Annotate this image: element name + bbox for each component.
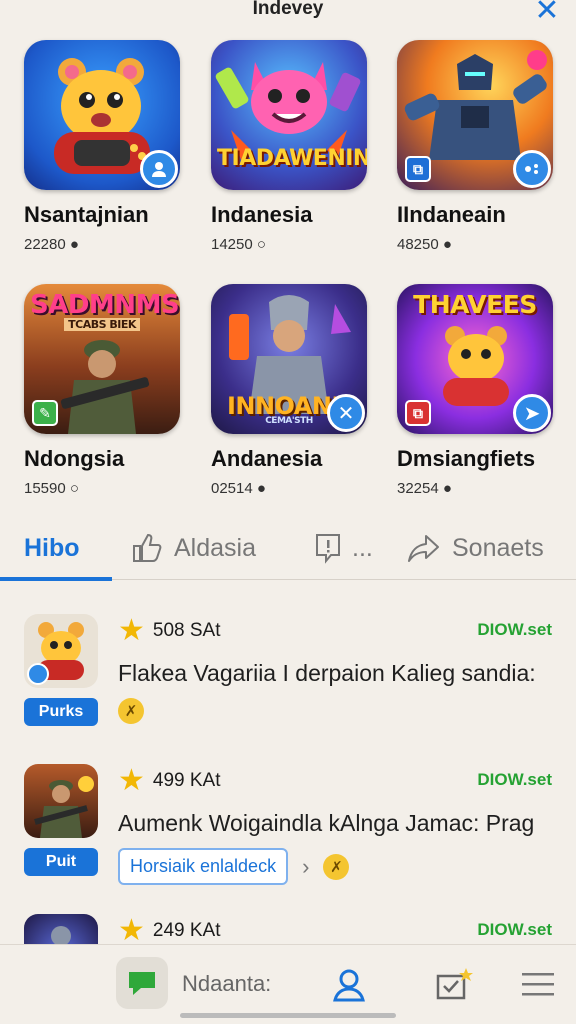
drop-icon: ●	[442, 236, 452, 253]
list-actions: Horsiaik enlaldeck › ✗	[118, 848, 350, 885]
game-tile[interactable]: ⧉ IIndaneain 48250 ●	[397, 40, 557, 253]
close-icon[interactable]: ✕	[532, 0, 562, 26]
game-tile[interactable]: INNOANN CEMA'STH ✕ Andanesia 02514 ●	[211, 284, 371, 497]
nav-menu[interactable]	[516, 959, 560, 1009]
game-stat: 48250 ●	[397, 236, 452, 253]
tab-more[interactable]: ...	[314, 528, 373, 568]
drop-icon: ●	[442, 480, 452, 497]
list-item[interactable]: Purks ★ 508 SAt DIOW.set Flakea Vagariia …	[0, 598, 576, 748]
status-label: DIOW.set	[477, 920, 552, 939]
game-icon[interactable]: ⧉	[397, 40, 553, 190]
tab-label: Hibo	[24, 533, 80, 562]
menu-icon	[522, 973, 554, 996]
rating: ★ 499 KAt	[118, 764, 221, 797]
nav-profile[interactable]	[326, 959, 372, 1009]
nav-label: Ndaanta:	[182, 971, 272, 996]
tab-sonaets[interactable]: Sonaets	[406, 528, 544, 568]
game-name: Dmsiangfiets	[397, 446, 536, 471]
tab-hibo[interactable]: Hibo	[24, 528, 80, 568]
game-name: Ndongsia	[24, 446, 125, 471]
tab-bar: Hibo Aldasia ... Sonaets	[0, 514, 576, 581]
game-name: Andanesia	[211, 446, 323, 471]
square-badge-icon: ⧉	[405, 400, 431, 426]
list-actions: ✗	[118, 698, 144, 724]
chat-alert-icon	[316, 534, 340, 564]
game-banner: TIADAWENINS	[217, 146, 367, 171]
soldier-thumb-art	[34, 776, 94, 838]
star-icon: ★	[118, 914, 145, 947]
game-tile[interactable]: SADMNMS TCABS BIEK ✎ Ndongsia 15590 ○	[24, 284, 184, 497]
game-stat: 32254 ●	[397, 480, 452, 497]
list-description: Aumenk Woigaindla kAlnga Jamac: Prag	[118, 810, 535, 836]
emoji-icon[interactable]: ✗	[118, 698, 144, 724]
rating: ★ 508 SAt	[118, 614, 221, 647]
circle-icon: ○	[69, 480, 79, 497]
x-icon: ✕	[327, 394, 365, 432]
game-stat: 14250 ○	[211, 236, 266, 253]
list-thumbnail[interactable]	[24, 764, 98, 838]
share-arrow-icon	[408, 535, 439, 562]
nav-inbox[interactable]	[428, 959, 478, 1009]
list-description: Flakea Vagariia I derpaion Kalieg sandia…	[118, 660, 536, 686]
emoji-icon[interactable]: ✗	[323, 853, 350, 880]
home-indicator[interactable]	[180, 1013, 396, 1018]
chevron-right-icon[interactable]: ›	[302, 854, 309, 880]
inbox-star-icon	[436, 968, 473, 1000]
action-button[interactable]: Horsiaik enlaldeck	[118, 848, 289, 885]
circle-icon: ○	[256, 236, 266, 253]
game-tile[interactable]: TIADAWENINS Indanesia 14250 ○	[211, 40, 371, 253]
hamster-thumb-art	[27, 622, 84, 685]
drop-icon: ●	[69, 236, 79, 253]
gamepad-icon	[513, 150, 551, 188]
game-icon[interactable]: SADMNMS TCABS BIEK ✎	[24, 284, 180, 434]
game-name: IIndaneain	[397, 202, 506, 227]
game-tile[interactable]: THAVEES ⧉ ➤ Dmsiangfiets 32254 ●	[397, 284, 557, 497]
square-badge-icon: ⧉	[405, 156, 431, 182]
chat-bubble-icon	[129, 972, 155, 995]
top-bar: Indevey ✕	[0, 0, 576, 28]
tab-aldasia[interactable]: Aldasia	[130, 528, 256, 568]
game-tile[interactable]: Nsantajnian 22280 ●	[24, 40, 184, 253]
purks-button[interactable]: Purks	[24, 698, 98, 726]
tab-label: Sonaets	[452, 533, 544, 562]
status-label: DIOW.set	[477, 620, 552, 639]
rating: ★ 249 KAt	[118, 914, 221, 947]
send-icon: ➤	[513, 394, 551, 432]
list-item[interactable]: Puit ★ 499 KAt DIOW.set Aumenk Woigaindla…	[0, 748, 576, 898]
page-title: Indevey	[252, 0, 324, 19]
game-icon[interactable]: THAVEES ⧉ ➤	[397, 284, 553, 434]
thumb-up-icon	[133, 533, 162, 562]
pencil-badge-icon: ✎	[32, 400, 58, 426]
bottom-nav: Ndaanta:	[0, 944, 576, 1024]
game-stat: 02514 ●	[211, 480, 266, 497]
star-icon: ★	[118, 614, 145, 647]
game-name: Indanesia	[211, 202, 313, 227]
game-icon[interactable]	[24, 40, 180, 190]
game-stat: 15590 ○	[24, 480, 79, 497]
puit-button[interactable]: Puit	[24, 848, 98, 876]
tab-label: ...	[352, 533, 373, 562]
game-stat: 22280 ●	[24, 236, 79, 253]
game-name: Nsantajnian	[24, 202, 149, 227]
tab-label: Aldasia	[174, 533, 256, 562]
profile-icon	[333, 969, 365, 1002]
star-icon: ★	[118, 764, 145, 797]
user-icon	[140, 150, 178, 188]
game-icon[interactable]: TIADAWENINS	[211, 40, 367, 190]
list-thumbnail[interactable]	[24, 614, 98, 688]
active-tab-indicator	[0, 577, 112, 581]
game-icon[interactable]: INNOANN CEMA'STH ✕	[211, 284, 367, 434]
status-label: DIOW.set	[477, 770, 552, 789]
nav-chat[interactable]	[116, 957, 168, 1009]
drop-icon: ●	[256, 480, 266, 497]
